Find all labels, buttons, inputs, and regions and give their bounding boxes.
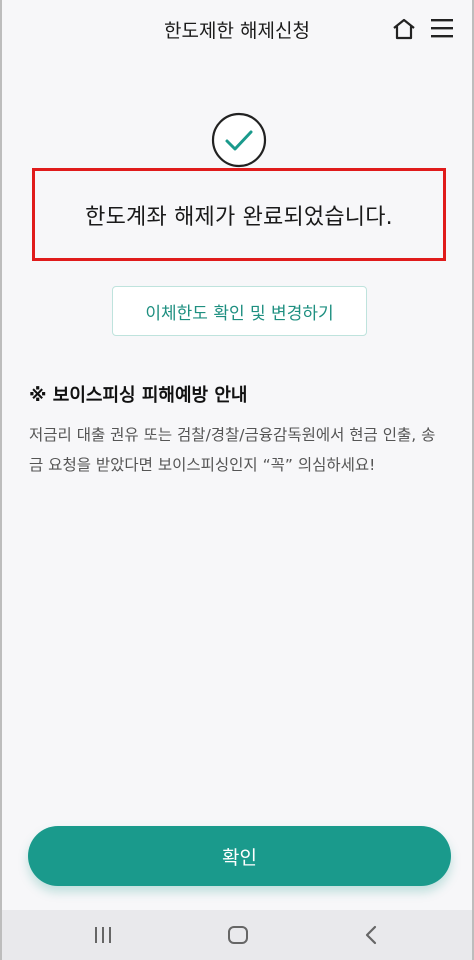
home-icon[interactable] bbox=[391, 17, 417, 41]
result-message: 한도계좌 해제가 완료되었습니다. bbox=[85, 204, 393, 230]
confirm-button-label: 확인 bbox=[222, 846, 257, 869]
check-circle-icon bbox=[211, 112, 267, 168]
result-message-box: 한도계좌 해제가 완료되었습니다. bbox=[32, 168, 446, 261]
header-bar: 한도제한 해제신청 bbox=[2, 0, 472, 58]
app-screen: 한도제한 해제신청 한도계좌 해제가 완료되었습니다. 이체한도 확인 및 변경… bbox=[0, 0, 474, 960]
system-navigation-bar bbox=[2, 910, 472, 960]
nav-home-icon[interactable] bbox=[227, 925, 249, 945]
hamburger-menu-icon[interactable] bbox=[430, 17, 454, 39]
confirm-button[interactable]: 확인 bbox=[28, 826, 451, 886]
notice-body: 저금리 대출 권유 또는 검찰/경찰/금융감독원에서 현금 인출, 송금 요청을… bbox=[29, 426, 436, 474]
transfer-limit-button[interactable]: 이체한도 확인 및 변경하기 bbox=[112, 286, 367, 336]
back-icon[interactable] bbox=[362, 925, 380, 945]
notice-title: ※ 보이스피싱 피해예방 안내 bbox=[29, 385, 248, 406]
transfer-limit-button-label: 이체한도 확인 및 변경하기 bbox=[145, 303, 334, 324]
recent-apps-icon[interactable] bbox=[92, 926, 114, 944]
